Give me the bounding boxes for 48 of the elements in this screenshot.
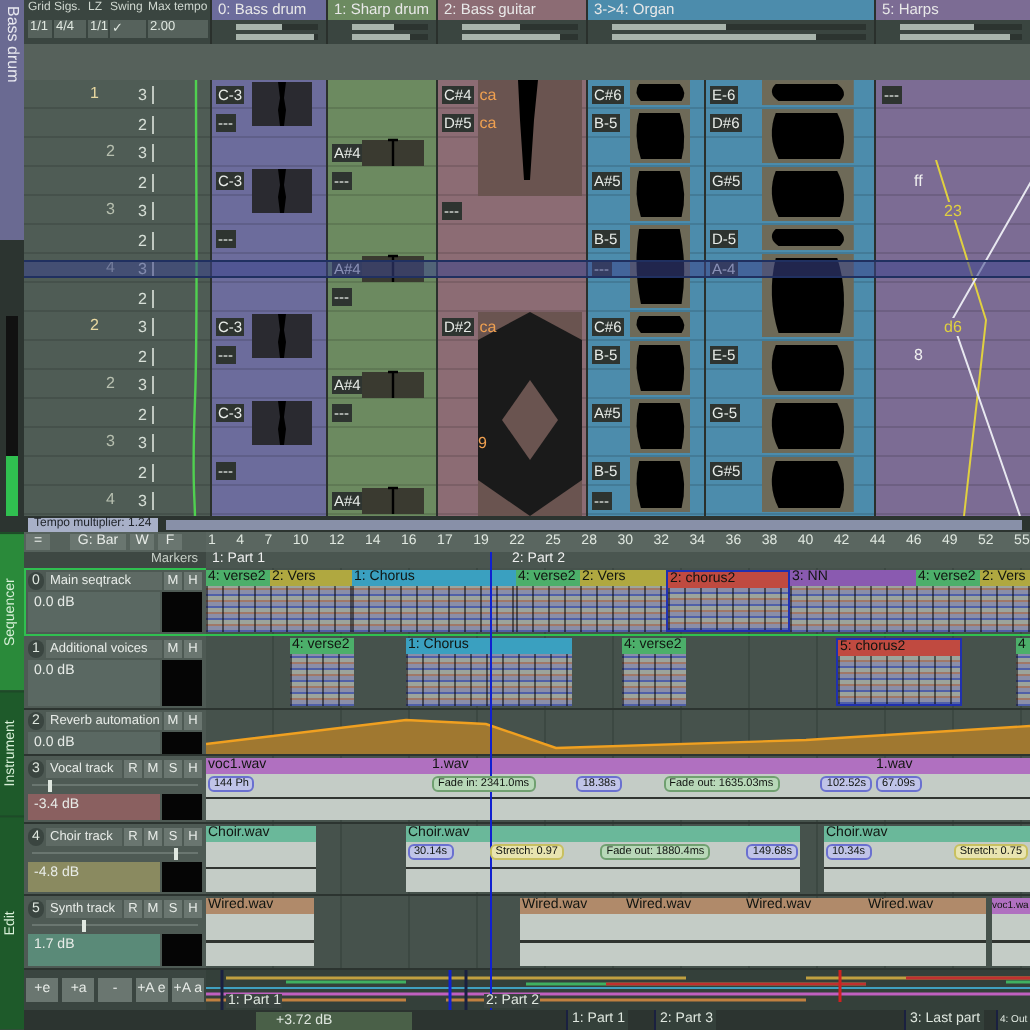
line-number: 3 (138, 202, 154, 220)
line-number: 2 (138, 347, 154, 365)
effect-cell[interactable]: ca (479, 317, 497, 336)
line-number: 3 (138, 144, 154, 162)
line-number: 3 (138, 318, 154, 336)
peak-meter-panel (162, 592, 202, 632)
volume-slider[interactable] (352, 34, 428, 40)
line-number: 3 (138, 86, 154, 104)
bar-number: 1 (90, 82, 101, 106)
peak-meter-panel (162, 794, 202, 820)
beat-number: 2 (106, 140, 117, 164)
volume-slider[interactable] (612, 34, 866, 40)
beat-number: 3 (106, 198, 117, 222)
pan-slider[interactable] (32, 848, 198, 860)
volume-slider[interactable] (462, 24, 578, 30)
line-number: 3 (138, 260, 154, 278)
volume-slider[interactable] (900, 34, 1022, 40)
line-number: 2 (138, 231, 154, 249)
line-number: 2 (138, 173, 154, 191)
pan-slider[interactable] (32, 780, 198, 792)
effect-cell[interactable]: 9 (478, 433, 487, 452)
peak-meter-panel (162, 934, 202, 966)
line-number: 2 (138, 405, 154, 423)
line-number: 3 (138, 492, 154, 510)
line-number: 3 (138, 434, 154, 452)
volume-slider[interactable] (236, 34, 318, 40)
line-number: 2 (138, 289, 154, 307)
line-number: 2 (138, 463, 154, 481)
note-cell[interactable]: 8 (914, 346, 923, 365)
volume-slider[interactable] (900, 24, 1022, 30)
note-cell[interactable]: ff (914, 172, 923, 191)
pan-slider[interactable] (32, 920, 198, 932)
volume-slider[interactable] (236, 24, 318, 30)
volume-slider[interactable] (462, 34, 578, 40)
peak-meter-panel (162, 862, 202, 892)
volume-slider[interactable] (612, 24, 866, 30)
peak-meter-panel (162, 732, 202, 754)
side-tab[interactable]: Bass drum (0, 0, 24, 240)
beat-number: 4 (106, 488, 117, 512)
effect-cell[interactable]: ca (479, 85, 497, 104)
effect-cell[interactable]: ca (479, 114, 497, 133)
volume-slider[interactable] (352, 24, 428, 30)
beat-number: 3 (106, 430, 117, 454)
peak-meter-panel (162, 660, 202, 706)
bar-number: 2 (90, 314, 101, 338)
line-number: 3 (138, 376, 154, 394)
line-number: 2 (138, 115, 154, 133)
beat-number: 2 (106, 372, 117, 396)
